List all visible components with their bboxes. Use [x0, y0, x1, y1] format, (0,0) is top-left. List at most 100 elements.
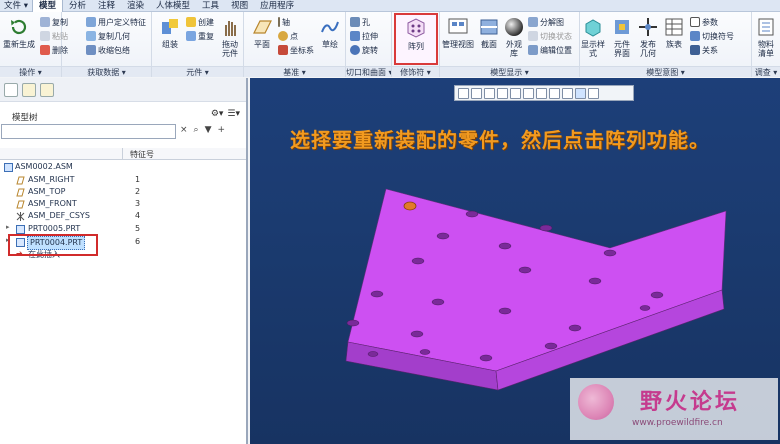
csys-button[interactable]: 坐标系	[278, 44, 314, 56]
binoculars-icon[interactable]: ⌕	[194, 125, 199, 135]
revolve-button[interactable]: 旋转	[350, 44, 378, 56]
tree-tab-icon[interactable]	[4, 83, 18, 97]
zoom-in-icon[interactable]	[471, 87, 482, 99]
search-tools: × ⌕ ▼ +	[180, 125, 225, 135]
group-label-modifiers[interactable]: 修饰符 ▾	[392, 66, 439, 77]
selected-part-marker[interactable]	[403, 201, 417, 211]
relations-button[interactable]: 关系	[690, 44, 718, 56]
manage-views-button[interactable]: 管理视图	[442, 16, 474, 49]
expand-arrow-icon[interactable]: ▸	[6, 223, 10, 231]
folder-browser-tab-icon[interactable]	[22, 83, 36, 97]
extrude-button[interactable]: 拉伸	[350, 30, 378, 42]
group-label-cut-surface[interactable]: 切口和曲面 ▾	[346, 66, 391, 77]
perspective-icon[interactable]	[549, 87, 560, 99]
user-feature-label: 用户定义特征	[98, 17, 146, 27]
create-button[interactable]: 创建	[186, 16, 214, 28]
datum-plane-icon	[16, 200, 25, 209]
navigator-tabs	[0, 78, 246, 102]
tab-analysis[interactable]: 分析	[63, 0, 92, 12]
assemble-icon	[162, 19, 178, 34]
tree-row-asm-top[interactable]: ASM_TOP 2	[0, 186, 246, 198]
plane-button[interactable]: 平面	[250, 16, 274, 49]
pattern-button[interactable]: 阵列	[400, 16, 432, 51]
display-style-icon[interactable]	[510, 87, 521, 99]
group-datum: 平面 轴 点 坐标系 草绘 基准 ▾	[244, 12, 346, 77]
hole-label: 孔	[362, 17, 370, 27]
tree-row-assembly[interactable]: ASM0002.ASM	[0, 161, 246, 173]
drag-components-button[interactable]: 拖动 元件	[218, 16, 242, 58]
tab-view[interactable]: 视图	[225, 0, 254, 12]
favorites-tab-icon[interactable]	[40, 83, 54, 97]
group-label-datum[interactable]: 基准 ▾	[244, 66, 345, 77]
group-operations: 重新生成 复制 粘贴 删除 操作 ▾	[0, 12, 68, 77]
tab-annotate[interactable]: 注释	[92, 0, 121, 12]
tree-filter-icon[interactable]: ⚙▾	[211, 109, 224, 119]
datum-display-icon[interactable]	[562, 87, 573, 99]
tab-tools[interactable]: 工具	[196, 0, 225, 12]
group-label-component[interactable]: 元件 ▾	[152, 66, 243, 77]
group-model-display: 管理视图 截面 外观 库 分解图 切换状态 编辑位置 模型显示 ▾	[440, 12, 580, 77]
revolve-icon	[350, 45, 360, 55]
copy-geometry-button[interactable]: 复制几何	[86, 30, 130, 42]
publish-geometry-button[interactable]: 发布 几何	[636, 16, 660, 58]
tree-show-icon[interactable]: ☰▾	[227, 109, 240, 119]
csys-icon	[16, 212, 25, 221]
section-button[interactable]: 截面	[476, 16, 502, 49]
hole-button[interactable]: 孔	[350, 16, 370, 28]
toggle-state-label: 切换状态	[540, 31, 572, 41]
point-button[interactable]: 点	[278, 30, 298, 42]
tree-feature-number: 4	[135, 211, 141, 220]
clear-search-icon[interactable]: ×	[180, 125, 188, 135]
tab-applications[interactable]: 应用程序	[254, 0, 300, 12]
edit-position-button[interactable]: 编辑位置	[528, 44, 572, 56]
regenerate-label: 重新生成	[3, 40, 35, 49]
tab-model[interactable]: 模型	[31, 0, 63, 12]
group-label-model-display[interactable]: 模型显示 ▾	[440, 66, 579, 77]
component-interface-button[interactable]: 元件 界面	[610, 16, 634, 58]
view-manager-icon[interactable]	[536, 87, 547, 99]
repeat-button[interactable]: 重复	[186, 30, 214, 42]
group-label-investigate[interactable]: 调查 ▾	[752, 66, 780, 77]
add-column-icon[interactable]: +	[218, 125, 226, 135]
user-defined-feature-button[interactable]: 用户定义特征	[86, 16, 146, 28]
shrinkwrap-button[interactable]: 收缩包络	[86, 44, 130, 56]
sketch-button[interactable]: 草绘	[318, 16, 342, 49]
exploded-view-button[interactable]: 分解图	[528, 16, 564, 28]
annotation-display-icon[interactable]	[575, 87, 586, 99]
tab-render[interactable]: 渲染	[121, 0, 150, 12]
repaint-icon[interactable]	[497, 87, 508, 99]
column-divider[interactable]	[122, 148, 123, 160]
zoom-out-icon[interactable]	[484, 87, 495, 99]
parameters-button[interactable]: 参数	[690, 16, 718, 28]
axis-button[interactable]: 轴	[278, 16, 290, 28]
extrude-label: 拉伸	[362, 31, 378, 41]
tree-search-input[interactable]	[1, 124, 176, 139]
menu-bar: 文件 ▾ 模型 分析 注释 渲染 人体模型 工具 视图 应用程序	[0, 0, 780, 12]
filter-icon[interactable]: ▼	[205, 125, 212, 135]
feature-number-column-header[interactable]: 特征号	[130, 149, 154, 160]
shrinkwrap-icon	[86, 45, 96, 55]
appearance-gallery-button[interactable]: 外观 库	[502, 16, 526, 58]
file-menu[interactable]: 文件 ▾	[0, 0, 32, 12]
part-top-face[interactable]	[347, 188, 727, 372]
assemble-button[interactable]: 组装	[156, 16, 184, 49]
display-style-button[interactable]: 显示样式	[580, 16, 606, 58]
family-table-button[interactable]: 族表	[662, 16, 686, 49]
saved-orientations-icon[interactable]	[523, 87, 534, 99]
tree-row-asm-right[interactable]: ASM_RIGHT 1	[0, 174, 246, 186]
watermark-url: www.proewildfire.cn	[632, 418, 723, 428]
spin-center-icon[interactable]	[588, 87, 599, 99]
tab-manikin[interactable]: 人体模型	[150, 0, 196, 12]
plane-icon	[253, 20, 272, 34]
toggle-state-button[interactable]: 切换状态	[528, 30, 572, 42]
switch-symbols-button[interactable]: 切换符号	[690, 30, 734, 42]
tree-row-asm-front[interactable]: ASM_FRONT 3	[0, 198, 246, 210]
tree-row-asm-def-csys[interactable]: ASM_DEF_CSYS 4	[0, 210, 246, 222]
group-label-operations[interactable]: 操作 ▾	[0, 66, 61, 77]
refit-icon[interactable]	[458, 87, 469, 99]
bom-button[interactable]: 物料 清单	[754, 16, 778, 58]
tree-label: ASM0002.ASM	[15, 162, 73, 171]
group-label-get-data[interactable]: 获取数据 ▾	[62, 66, 151, 77]
group-label-model-intent[interactable]: 模型意图 ▾	[580, 66, 751, 77]
regenerate-button[interactable]: 重新生成	[2, 16, 36, 49]
